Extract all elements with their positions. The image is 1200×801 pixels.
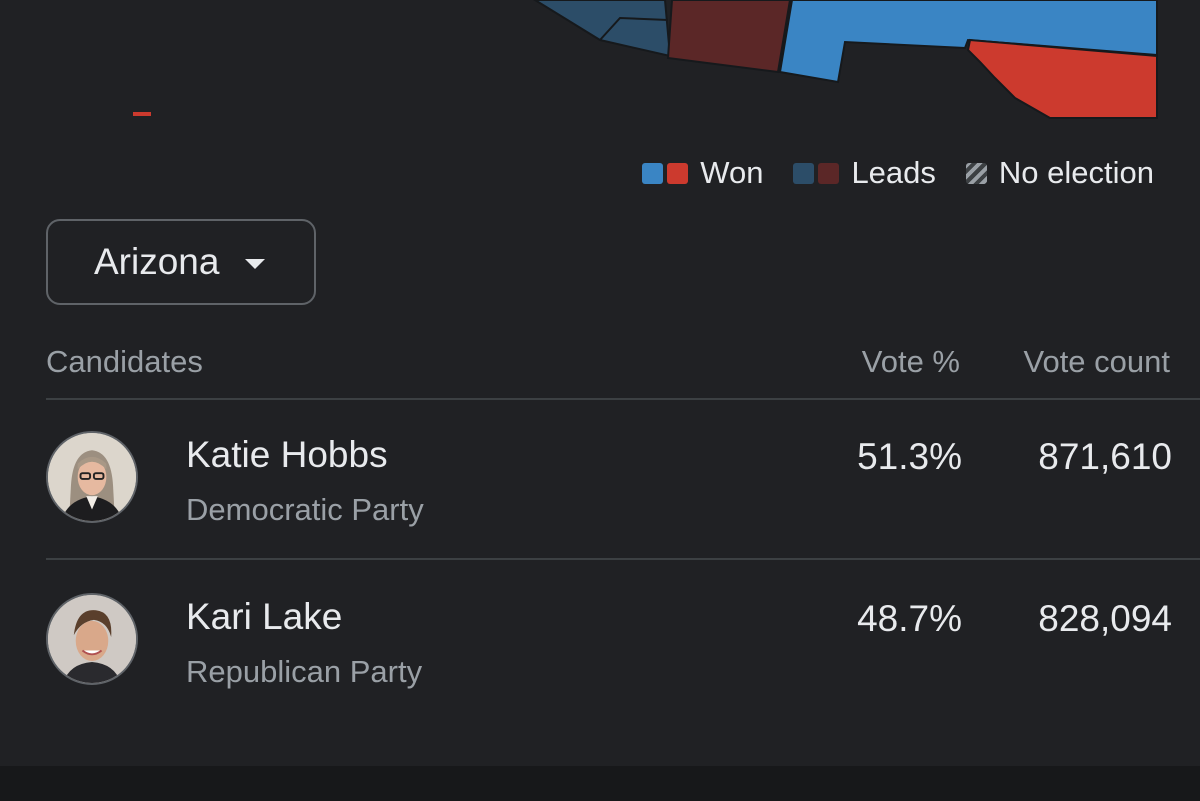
legend-won-dem-swatch: [642, 162, 664, 184]
vote-count: 871,610: [1038, 436, 1172, 477]
map-county-dark-red: [666, 0, 792, 74]
legend-no-election: No election: [965, 155, 1154, 191]
vote-count: 828,094: [1038, 598, 1172, 639]
legend-leads: Leads: [793, 155, 936, 191]
legend-leads-dem-swatch: [793, 162, 815, 184]
bottom-divider-bar: [0, 766, 1200, 801]
state-dropdown-value: Arizona: [94, 241, 220, 282]
candidate-name: Kari Lake: [186, 596, 343, 637]
map-fragment-red: [133, 112, 151, 116]
legend-leads-label: Leads: [851, 155, 936, 190]
vote-percentage: 48.7%: [857, 598, 962, 639]
candidate-party: Republican Party: [186, 654, 423, 689]
header-vote-count: Vote count: [1023, 344, 1170, 379]
avatar: [46, 431, 138, 523]
legend-won-rep-swatch: [667, 162, 689, 184]
caret-down-icon: [245, 259, 266, 269]
legend-no-election-label: No election: [998, 155, 1154, 190]
map-legend: Won Leads No election: [642, 155, 1154, 191]
legend-won: Won: [642, 155, 763, 191]
results-table-header: Candidates Vote % Vote count: [46, 340, 1200, 400]
table-row[interactable]: Kari Lake Republican Party 48.7% 828,094: [46, 560, 1200, 720]
candidate-party: Democratic Party: [186, 492, 424, 527]
map-county-dark-blue: [533, 0, 672, 58]
header-vote-pct: Vote %: [861, 344, 960, 379]
state-dropdown[interactable]: Arizona: [46, 219, 316, 305]
results-map[interactable]: [0, 0, 1200, 120]
table-row[interactable]: Katie Hobbs Democratic Party 51.3% 871,6…: [46, 398, 1200, 560]
legend-leads-rep-swatch: [818, 162, 840, 184]
header-candidates: Candidates: [46, 344, 203, 379]
avatar: [46, 593, 138, 685]
legend-won-label: Won: [700, 155, 764, 190]
vote-percentage: 51.3%: [857, 436, 962, 477]
candidate-name: Katie Hobbs: [186, 434, 388, 475]
legend-no-election-swatch: [965, 162, 987, 184]
